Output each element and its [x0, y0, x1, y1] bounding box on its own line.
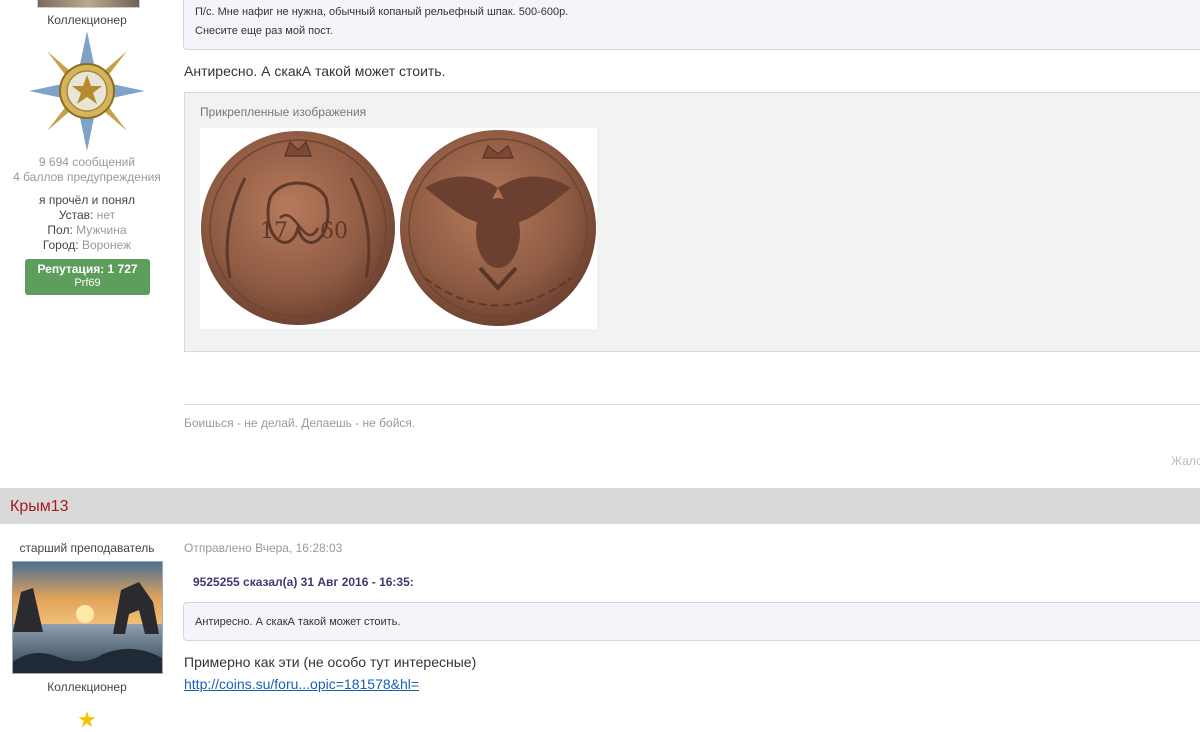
reputation-sub: Prf69 [74, 277, 101, 289]
user-group: Коллекционер [47, 13, 127, 27]
svg-text:17: 17 [260, 219, 288, 244]
posts-count: 9 694 сообщений [38, 155, 136, 169]
field-value: нет [96, 208, 116, 222]
signature-divider [184, 404, 1200, 405]
quote-citation: 9525255 сказал(а) 31 Авг 2016 - 16:35: [193, 575, 414, 589]
attached-image[interactable]: 17 60 [200, 128, 597, 329]
user-group: Коллекционер [47, 680, 127, 694]
field-label: Устав: [58, 208, 94, 222]
post-link[interactable]: http://coins.su/foru...opic=181578&hl= [184, 676, 419, 692]
field-label: Город: [42, 238, 79, 252]
user-avatar[interactable] [37, 0, 140, 8]
username-link[interactable]: Крым13 [10, 498, 69, 516]
post-body: Антиресно. А скакА такой может стоить. [184, 63, 446, 79]
svg-text:60: 60 [320, 219, 348, 244]
field-label: Пол: [47, 223, 73, 237]
quote-line: П/с. Мне нафиг не нужна, обычный копаный… [195, 6, 569, 18]
quote-block: Антиресно. А скакА такой может стоить. [183, 602, 1200, 641]
rank-medal-icon [29, 31, 145, 151]
quote-line: Снесите еще раз мой пост. [195, 25, 333, 37]
coin-photo: 17 60 [201, 130, 596, 326]
user-title: старший преподаватель [19, 541, 155, 555]
field-value: Воронеж [81, 238, 132, 252]
quote-text: Антиресно. А скакА такой может стоить. [195, 616, 401, 628]
quote-block: П/с. Мне нафиг не нужна, обычный копаный… [183, 0, 1200, 50]
report-link[interactable]: Жало [1171, 454, 1200, 468]
user-status: я прочёл и понял [38, 193, 135, 207]
reputation-label: Репутация: 1 727 [37, 262, 138, 276]
username[interactable]: Крым13 [10, 498, 69, 515]
warning-points[interactable]: 4 баллов предупреждения [0, 170, 174, 184]
profile-field-city: Город: Воронеж [0, 238, 174, 252]
user-avatar[interactable] [12, 561, 163, 674]
post-date: Отправлено Вчера, 16:28:03 [184, 541, 343, 555]
attachments-title: Прикрепленные изображения [200, 105, 367, 119]
signature: Боишься - не делай. Делаешь - не бойся. [184, 416, 416, 430]
profile-field-gender: Пол: Мужчина [0, 223, 174, 237]
reputation-badge[interactable]: Репутация: 1 727 Prf69 [25, 259, 150, 295]
post-author-bar: Крым13 [0, 488, 1200, 524]
field-value: Мужчина [76, 223, 127, 237]
avatar-image [13, 562, 162, 673]
post-body: Примерно как эти (не особо тут интересны… [184, 654, 477, 670]
profile-field-charter: Устав: нет [0, 208, 174, 222]
star-icon: ★ [77, 707, 97, 732]
